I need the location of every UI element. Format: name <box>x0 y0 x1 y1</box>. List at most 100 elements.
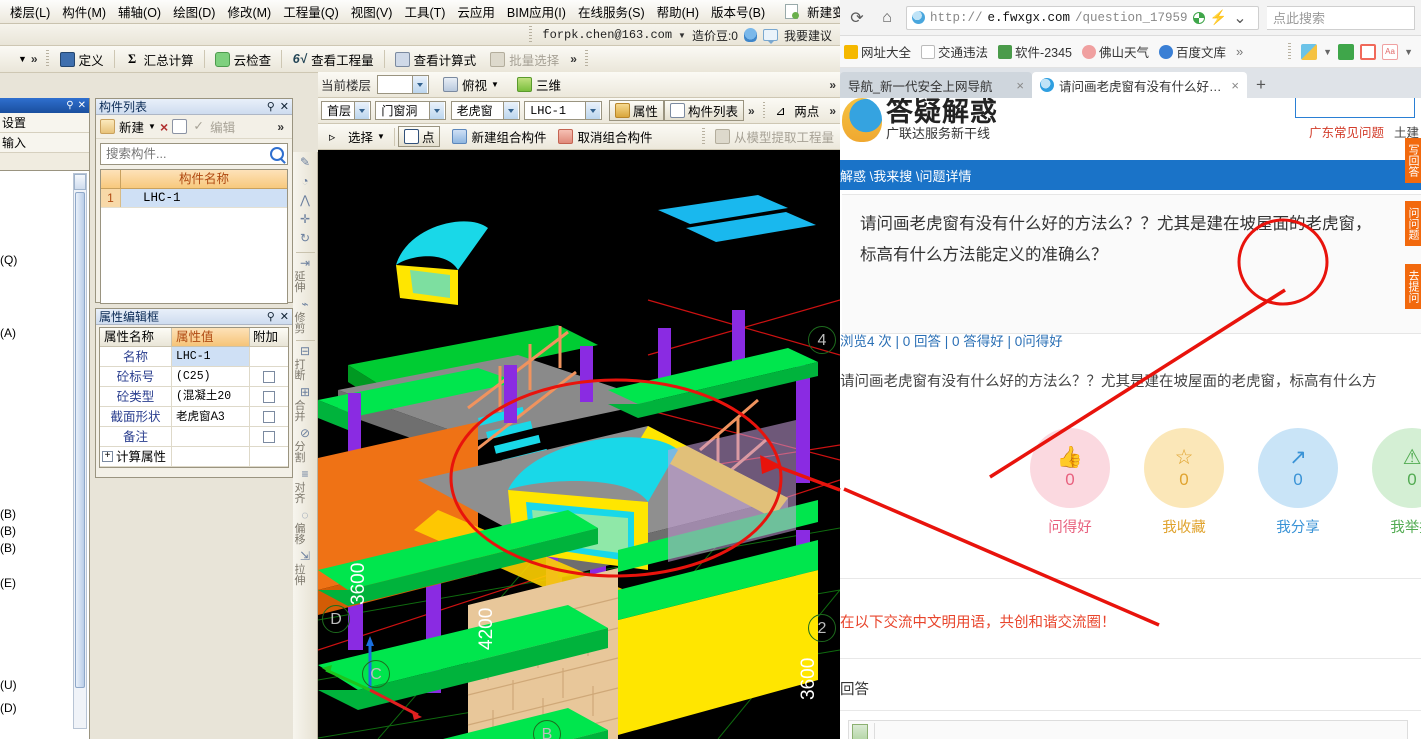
tool-offset[interactable]: ◌ 偏移 <box>295 508 316 548</box>
tool-stretch[interactable]: ⇲ 拉伸 <box>295 549 316 589</box>
suggestion-label[interactable]: 我要建议 <box>784 27 832 44</box>
toolbar-chevron-right[interactable]: » <box>566 52 581 66</box>
tool-trim[interactable]: ⌁ 修剪 <box>295 297 316 337</box>
menu-item-draw[interactable]: 绘图(D) <box>167 0 221 23</box>
component-list-chevron[interactable]: » <box>273 120 288 134</box>
search-icon[interactable] <box>270 147 284 161</box>
left-panel-row-input[interactable]: 输入 <box>0 133 89 153</box>
delete-component-button[interactable]: × <box>160 119 168 135</box>
property-value[interactable]: 老虎窗A3 <box>172 407 250 426</box>
floor-combo-top[interactable] <box>377 75 430 94</box>
close-icon[interactable]: ✕ <box>280 100 289 113</box>
nav-link-guangdong[interactable]: 广东常见问题 <box>1309 122 1384 141</box>
tool-rotate-icon[interactable]: ↻ <box>295 231 316 249</box>
chevron-down-icon[interactable]: ▼ <box>1404 47 1413 57</box>
close-icon[interactable]: × <box>1016 78 1024 93</box>
toolbar-grip-1[interactable] <box>45 50 49 68</box>
tool-align[interactable]: ≡ 对齐 <box>295 467 316 507</box>
chevron-down-icon[interactable]: ▼ <box>377 132 385 141</box>
component-list-button[interactable]: 构件列表 <box>663 100 744 121</box>
menu-item-cloudapp[interactable]: 云应用 <box>451 0 501 23</box>
table-row[interactable]: 截面形状 老虎窗A3 <box>100 407 288 427</box>
bookmark-wangzhidaquan[interactable]: 网址大全 <box>844 42 911 61</box>
batch-select-button[interactable]: 批量选择 <box>483 48 566 71</box>
edit-component-button[interactable]: 编辑 <box>210 117 235 136</box>
category-combo[interactable]: 门窗洞 <box>375 101 447 120</box>
type-combo[interactable]: 老虎窗 <box>450 101 520 120</box>
menu-item-auxaxis[interactable]: 辅轴(O) <box>112 0 167 23</box>
ribbon-chevron[interactable]: » <box>744 104 759 118</box>
left-panel-scrollbar[interactable] <box>73 173 87 729</box>
view-quantity-button[interactable]: 6√ 查看工程量 <box>285 48 381 71</box>
answer-editor-toolbar[interactable] <box>848 720 1408 739</box>
menu-item-view[interactable]: 视图(V) <box>345 0 399 23</box>
table-row[interactable]: 备注 <box>100 427 288 447</box>
tree-item-2[interactable]: (B) <box>0 507 16 521</box>
suggestion-icon[interactable] <box>762 29 778 44</box>
close-icon[interactable]: × <box>1231 78 1239 93</box>
browser-search-box[interactable]: 点此搜索 <box>1267 5 1415 30</box>
tree-item-4[interactable]: (B) <box>0 541 16 555</box>
three-d-viewport[interactable]: 4 2 D C B 3600 4200 3600 <box>318 150 840 739</box>
favorite-bubble[interactable]: ☆ 0 <box>1144 428 1224 508</box>
table-row[interactable]: 1 LHC-1 <box>101 189 287 208</box>
copy-component-button[interactable] <box>172 119 188 134</box>
three-d-button[interactable]: 三维 <box>511 73 567 96</box>
action-share[interactable]: ↗ 0 我分享 <box>1258 428 1338 537</box>
chevron-down-icon[interactable]: ▼ <box>1323 47 1332 57</box>
menu-item-tools[interactable]: 工具(T) <box>398 0 451 23</box>
loading-icon[interactable] <box>1192 11 1205 24</box>
bookmark-jiaotongweifa[interactable]: 交通违法 <box>921 42 988 61</box>
report-bubble[interactable]: ⚠ 0 <box>1372 428 1421 508</box>
tool-mirror-icon[interactable]: ⋀ <box>295 193 316 211</box>
breadcrumb[interactable]: 解惑 \我来搜 \问题详情 <box>840 166 971 185</box>
extension-screenshot-icon[interactable] <box>1360 43 1377 60</box>
pin-icon[interactable]: ⚲ <box>267 100 275 113</box>
pin-icon[interactable]: ⚲ <box>267 310 275 323</box>
toolbar-grip-2[interactable] <box>584 50 588 68</box>
tool-split[interactable]: ⊘ 分割 <box>295 426 316 466</box>
two-point-button[interactable]: ⊿ 两点 <box>769 99 825 122</box>
new-change-button[interactable]: 新建变更 <box>785 0 840 23</box>
ribbon-grip[interactable] <box>762 101 766 120</box>
account-email[interactable]: forpk.chen@163.com <box>542 28 672 42</box>
tool-break[interactable]: ⊟ 打断 <box>295 344 316 384</box>
component-combo[interactable]: LHC-1 <box>524 101 602 120</box>
checkbox[interactable] <box>263 410 275 423</box>
top-view-button[interactable]: 俯视 ▼ <box>437 73 505 96</box>
select-button[interactable]: ▹ 选择 ▼ <box>323 125 391 148</box>
new-tab-button[interactable]: + <box>1247 72 1275 98</box>
chevron-down-icon[interactable]: ▼ <box>678 31 686 40</box>
tree-item-7[interactable]: (D) <box>0 701 17 715</box>
menu-item-quantity[interactable]: 工程量(Q) <box>277 0 345 23</box>
summary-calc-button[interactable]: Σ 汇总计算 <box>118 48 201 71</box>
close-icon[interactable]: ✕ <box>78 100 86 111</box>
menu-item-version[interactable]: 版本号(B) <box>705 0 771 23</box>
table-row-calc-properties[interactable]: + 计算属性 <box>100 447 288 467</box>
drag-handle-account[interactable] <box>529 26 533 44</box>
checkbox[interactable] <box>263 390 275 403</box>
tree-item-5[interactable]: (E) <box>0 576 16 590</box>
view-formula-button[interactable]: 查看计算式 <box>388 48 484 71</box>
chevron-down-icon[interactable] <box>584 102 600 119</box>
left-panel-row-settings[interactable]: 设置 <box>0 113 89 133</box>
property-value[interactable]: (混凝土20 <box>172 387 250 406</box>
tree-item-6[interactable]: (U) <box>0 678 17 692</box>
ribbon-chevron-2[interactable]: » <box>825 104 840 118</box>
extension-book-icon[interactable] <box>1338 43 1355 60</box>
menu-item-floor[interactable]: 楼层(L) <box>4 0 56 23</box>
checkbox[interactable] <box>263 430 275 443</box>
bookmark-foshantianqi[interactable]: 佛山天气 <box>1082 42 1149 61</box>
table-row[interactable]: 名称 LHC-1 <box>100 347 288 367</box>
tree-item-1[interactable]: (A) <box>0 326 16 340</box>
address-bar[interactable]: http:// e.fwxgx.com /question_17959 ⚡ ⌄ <box>906 5 1259 30</box>
chevron-down-icon[interactable] <box>354 102 369 119</box>
menu-item-bimapp[interactable]: BIM应用(I) <box>501 0 572 23</box>
menu-item-help[interactable]: 帮助(H) <box>651 0 705 23</box>
tool-extend[interactable]: ⇥ 延伸 <box>295 256 316 296</box>
action-report[interactable]: ⚠ 0 我举报 <box>1372 428 1421 537</box>
menu-item-onlineservice[interactable]: 在线服务(S) <box>572 0 651 23</box>
chevron-down-icon[interactable]: ▼ <box>491 80 499 89</box>
site-logo[interactable]: 答疑解惑 广联达服务新干线 <box>842 98 998 142</box>
chevron-down-icon[interactable]: ▼ <box>148 122 156 131</box>
